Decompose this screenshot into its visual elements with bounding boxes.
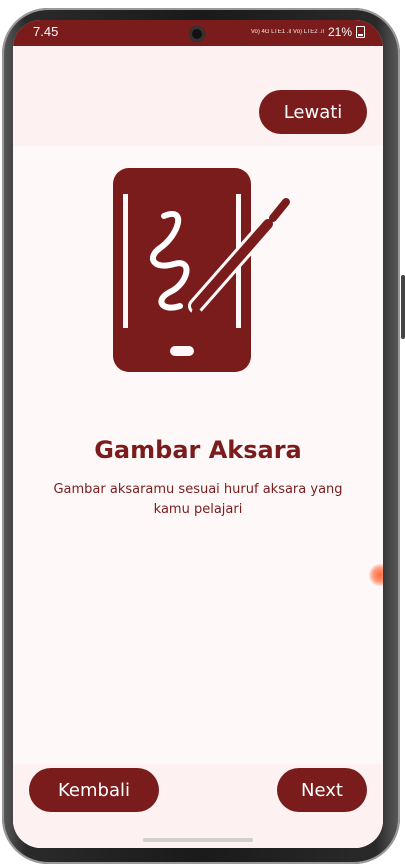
back-button[interactable]: Kembali — [29, 768, 159, 812]
phone-mockup: 7.45 Vo) 4G LTE1 .ıl Vo) LTE2 .ıl 21% Le… — [0, 0, 405, 867]
tablet-drawing-icon — [108, 166, 298, 376]
battery-icon — [356, 26, 365, 38]
signal-icon: Vo) 4G LTE1 .ıl Vo) LTE2 .ıl — [250, 29, 324, 35]
status-indicators: Vo) 4G LTE1 .ıl Vo) LTE2 .ıl 21% — [251, 25, 365, 39]
front-camera — [189, 26, 205, 42]
battery-percent: 21% — [327, 25, 352, 39]
onboarding-description: Gambar aksaramu sesuai huruf aksara yang… — [53, 482, 343, 517]
floating-assistive-button[interactable] — [369, 564, 383, 586]
next-button[interactable]: Next — [277, 768, 367, 812]
skip-button[interactable]: Lewati — [259, 90, 367, 134]
home-indicator[interactable] — [143, 838, 253, 842]
status-time: 7.45 — [33, 24, 59, 39]
screen: 7.45 Vo) 4G LTE1 .ıl Vo) LTE2 .ıl 21% Le… — [13, 20, 383, 848]
status-bar: 7.45 Vo) 4G LTE1 .ıl Vo) LTE2 .ıl 21% — [13, 20, 383, 46]
side-button — [401, 275, 405, 339]
onboarding-title: Gambar Aksara — [94, 436, 302, 464]
onboarding-page: Lewati Gambar Aksara Gambar aksaramu ses… — [13, 46, 383, 848]
